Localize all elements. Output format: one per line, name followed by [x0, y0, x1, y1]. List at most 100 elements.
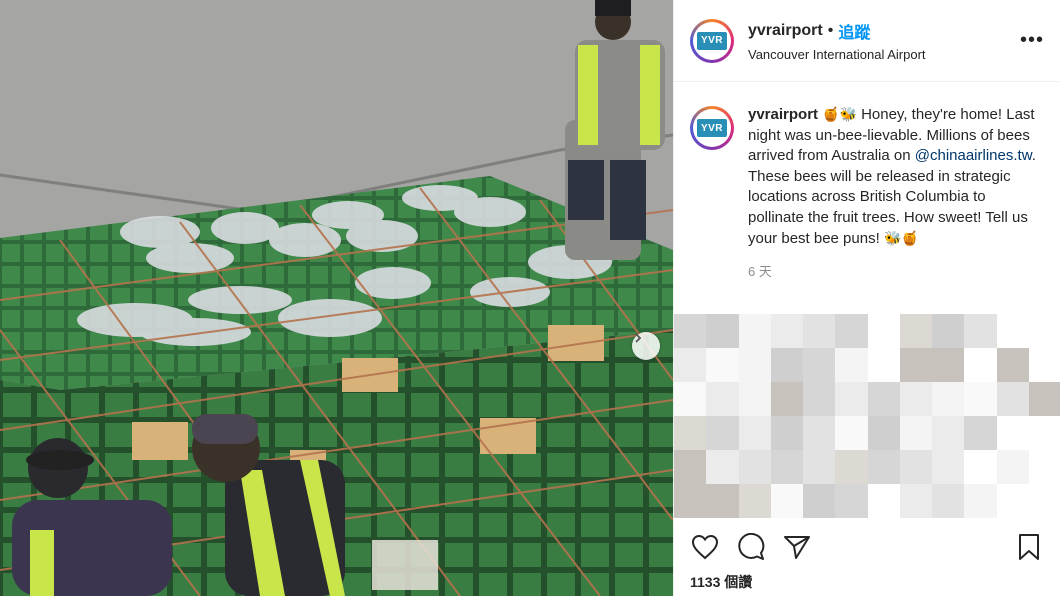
mosaic-block — [996, 348, 1029, 382]
mosaic-block — [706, 450, 739, 484]
post-header: YVR yvrairport • 追蹤 Vancouver Internatio… — [674, 0, 1060, 82]
mosaic-block — [674, 314, 707, 348]
avatar[interactable]: YVR — [690, 18, 734, 63]
mosaic-block — [964, 314, 997, 348]
share-button[interactable] — [782, 532, 812, 562]
mosaic-block — [964, 484, 997, 518]
mosaic-block — [1028, 314, 1060, 348]
mosaic-block — [867, 314, 900, 348]
header-line: yvrairport • 追蹤 — [748, 19, 1020, 43]
mosaic-block — [835, 348, 868, 382]
mosaic-block — [674, 484, 707, 518]
next-photo-button[interactable] — [632, 332, 660, 360]
caption-avatar-inner: YVR — [693, 109, 731, 147]
mosaic-block — [738, 314, 771, 348]
mosaic-block — [738, 484, 771, 518]
mosaic-block — [706, 348, 739, 382]
blurred-comments — [674, 314, 1060, 518]
mosaic-block — [964, 450, 997, 484]
mosaic-block — [964, 348, 997, 382]
mosaic-block — [867, 484, 900, 518]
mosaic-block — [835, 382, 868, 416]
avatar-logo: YVR — [697, 31, 727, 50]
heart-icon — [691, 534, 719, 560]
mosaic-block — [803, 348, 836, 382]
save-button[interactable] — [1014, 532, 1044, 562]
mosaic-block — [770, 484, 803, 518]
chevron-right-icon — [635, 333, 642, 343]
mosaic-block — [932, 382, 965, 416]
action-bar — [690, 532, 1044, 562]
mosaic-block — [803, 382, 836, 416]
mosaic-block — [932, 314, 965, 348]
mosaic-block — [803, 484, 836, 518]
mosaic-block — [867, 416, 900, 450]
mosaic-block — [674, 382, 707, 416]
mosaic-block — [899, 314, 932, 348]
username-link[interactable]: yvrairport — [748, 22, 823, 40]
mosaic-block — [803, 450, 836, 484]
mosaic-block — [867, 382, 900, 416]
mosaic-block — [1028, 484, 1060, 518]
mosaic-block — [674, 416, 707, 450]
mosaic-block — [770, 382, 803, 416]
mosaic-block — [899, 450, 932, 484]
mosaic-block — [1028, 450, 1060, 484]
mosaic-block — [770, 416, 803, 450]
mosaic-block — [996, 416, 1029, 450]
mosaic-block — [964, 416, 997, 450]
mosaic-block — [835, 484, 868, 518]
mosaic-block — [932, 450, 965, 484]
mosaic-block — [867, 348, 900, 382]
like-button[interactable] — [690, 532, 720, 562]
mosaic-block — [964, 382, 997, 416]
bee-honey-emoji: 🐝🍯 — [883, 230, 919, 246]
separator: • — [827, 22, 834, 39]
mosaic-block — [770, 314, 803, 348]
mosaic-block — [899, 348, 932, 382]
mosaic-block — [738, 348, 771, 382]
follow-button[interactable]: 追蹤 — [838, 19, 870, 43]
mosaic-block — [932, 416, 965, 450]
post-side-panel: YVR yvrairport • 追蹤 Vancouver Internatio… — [673, 0, 1060, 596]
mosaic-block — [738, 416, 771, 450]
mosaic-block — [1028, 416, 1060, 450]
location-link[interactable]: Vancouver International Airport — [748, 47, 1020, 62]
mosaic-block — [996, 450, 1029, 484]
mosaic-block — [706, 416, 739, 450]
bookmark-icon — [1019, 534, 1039, 560]
caption-text: yvrairport 🍯🐝 Honey, they're home! Last n… — [748, 104, 1038, 282]
mosaic-block — [835, 450, 868, 484]
mosaic-block — [770, 348, 803, 382]
mosaic-block — [706, 382, 739, 416]
mosaic-block — [770, 450, 803, 484]
caption-username[interactable]: yvrairport — [748, 106, 818, 123]
mosaic-block — [996, 314, 1029, 348]
paper-plane-icon — [784, 536, 810, 559]
mention-link[interactable]: @chinaairlines.tw — [915, 147, 1032, 164]
more-options-icon[interactable]: ••• — [1020, 29, 1044, 52]
caption-avatar-logo: YVR — [697, 119, 727, 137]
mosaic-block — [706, 484, 739, 518]
mosaic-block — [803, 314, 836, 348]
mosaic-block — [738, 450, 771, 484]
caption-block: YVR yvrairport 🍯🐝 Honey, they're home! La… — [674, 82, 1060, 282]
caption-avatar[interactable]: YVR — [690, 106, 734, 150]
mosaic-block — [996, 382, 1029, 416]
comment-button[interactable] — [736, 532, 766, 562]
mosaic-block — [835, 416, 868, 450]
header-text: yvrairport • 追蹤 Vancouver International … — [748, 19, 1020, 62]
mosaic-block — [835, 314, 868, 348]
mosaic-block — [738, 382, 771, 416]
mosaic-block — [899, 382, 932, 416]
honey-bee-emoji: 🍯🐝 — [822, 106, 857, 122]
bee-cargo-photo — [0, 0, 673, 596]
avatar-inner: YVR — [693, 21, 731, 60]
mosaic-block — [1028, 382, 1060, 416]
post-photo[interactable] — [0, 0, 673, 596]
post-time[interactable]: 6 天 — [748, 262, 1038, 283]
comment-icon — [738, 533, 765, 560]
mosaic-block — [674, 450, 707, 484]
mosaic-block — [932, 348, 965, 382]
likes-count[interactable]: 1133 個讚 — [690, 572, 752, 592]
